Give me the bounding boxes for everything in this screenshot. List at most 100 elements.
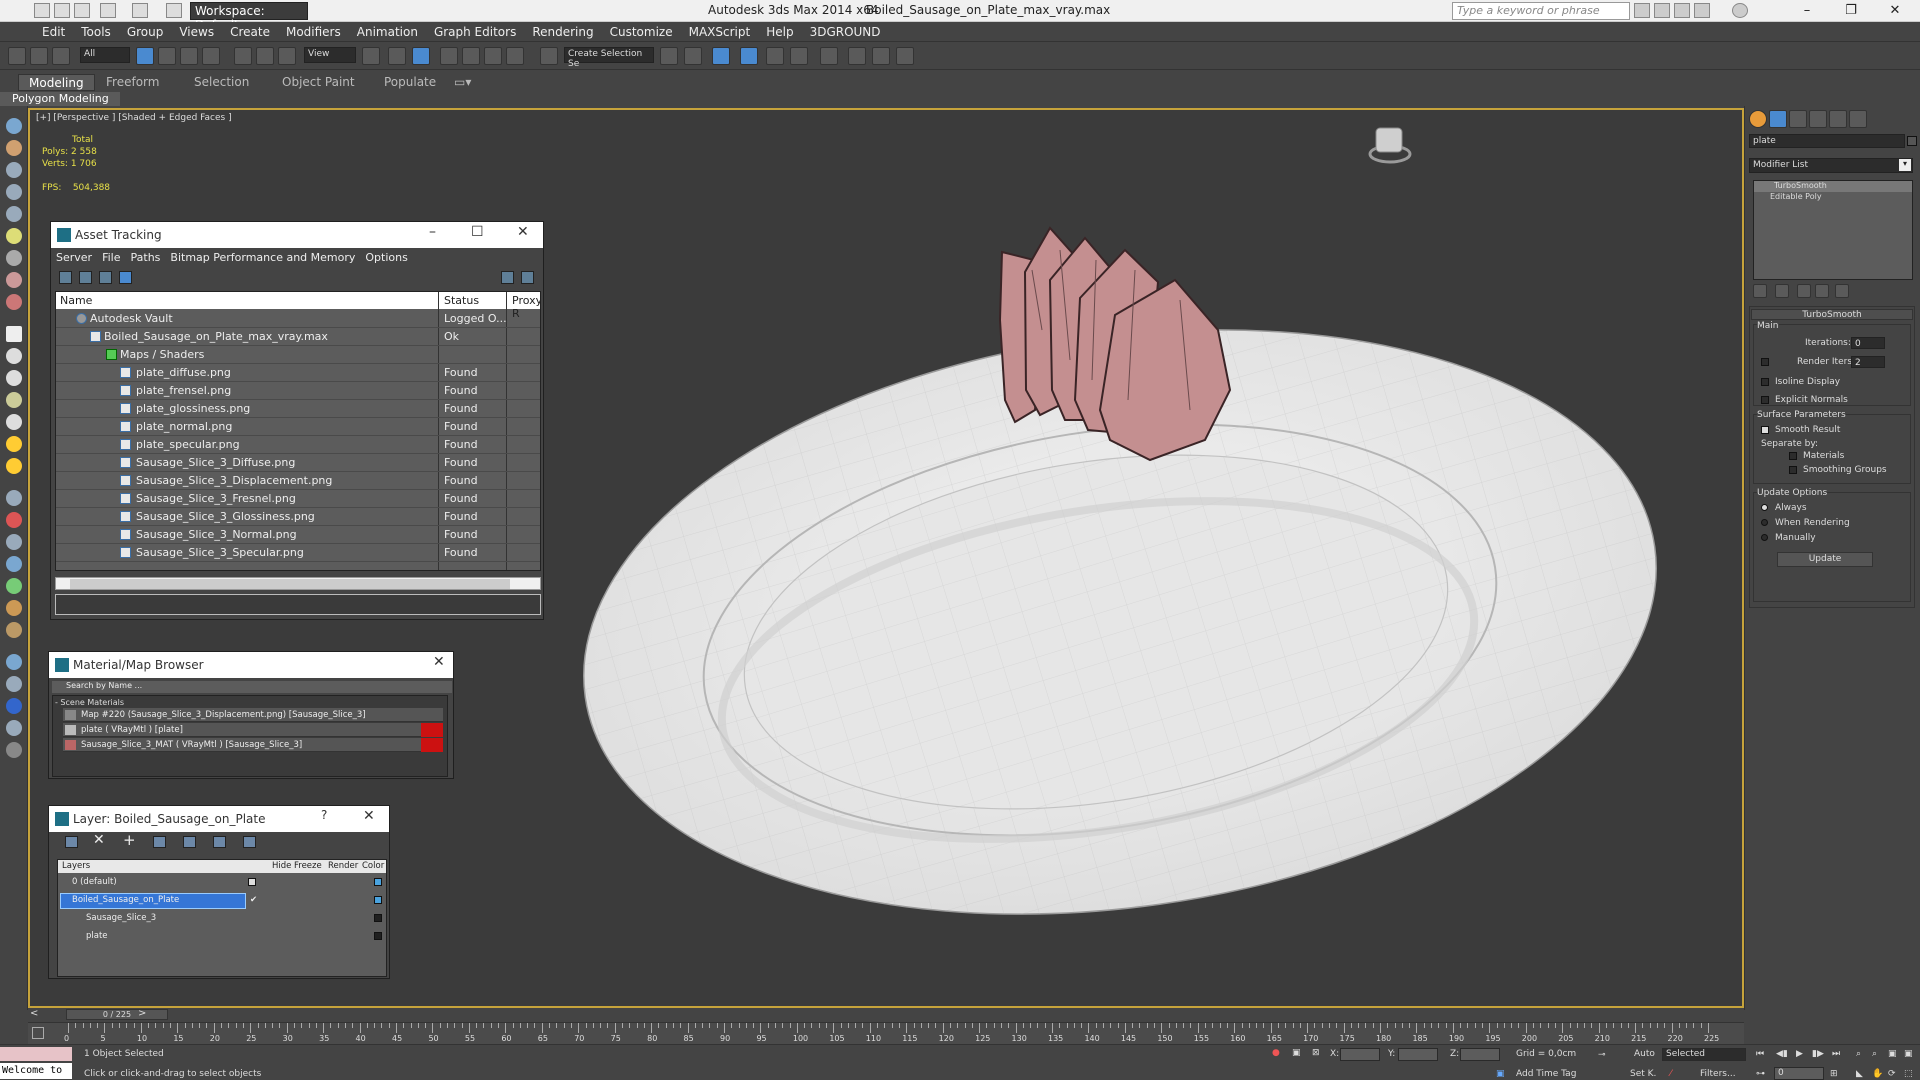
time-slider-thumb[interactable]: 0 / 225 — [66, 1009, 168, 1020]
select-by-name-icon[interactable] — [158, 47, 176, 65]
box-icon[interactable] — [6, 326, 22, 342]
script-icon[interactable] — [6, 698, 22, 714]
project-folder-icon[interactable] — [166, 3, 182, 18]
shape-icon[interactable] — [6, 490, 22, 506]
hide-all-icon[interactable] — [213, 836, 226, 848]
highlight-layer-icon[interactable] — [183, 836, 196, 848]
scene-materials-header[interactable]: - Scene Materials — [55, 698, 124, 707]
pin-stack-icon[interactable] — [1753, 284, 1767, 298]
menu-tools[interactable]: Tools — [73, 22, 119, 39]
always-radio[interactable] — [1761, 504, 1768, 511]
modify-tab-icon[interactable] — [1769, 110, 1787, 128]
explicit-normals-checkbox[interactable] — [1761, 396, 1769, 404]
track-bar[interactable]: 0 5 10 15 20 25 30 35 40 45 50 55 60 65 70 75 80 85 90 95 10… — [28, 1022, 1744, 1044]
viewport-icon[interactable] — [6, 118, 22, 134]
layer-color-swatch[interactable] — [374, 878, 382, 886]
asset-row-maxfile[interactable]: Boiled_Sausage_on_Plate_max_vray.max Ok — [56, 328, 540, 346]
material-item[interactable]: Sausage_Slice_3_MAT ( VRayMtl ) [Sausage… — [63, 738, 443, 752]
asset-row-file[interactable]: plate_glossiness.png Found — [56, 400, 540, 418]
settings-icon[interactable] — [521, 271, 534, 284]
rectangular-selection-icon[interactable] — [180, 47, 198, 65]
layer-color-swatch[interactable] — [374, 896, 382, 904]
render-production-icon[interactable] — [896, 47, 914, 65]
mirror-icon[interactable] — [660, 47, 678, 65]
minimize-button[interactable]: – — [1790, 0, 1824, 22]
torus-icon[interactable] — [6, 392, 22, 408]
smooth-result-checkbox[interactable] — [1761, 426, 1769, 434]
utility-icon[interactable] — [6, 676, 22, 692]
schematic-view-icon[interactable] — [790, 47, 808, 65]
play-icon[interactable]: ▶ — [1796, 1049, 1803, 1059]
table-view-icon[interactable] — [99, 271, 112, 284]
biped-icon[interactable] — [6, 600, 22, 616]
key-mode-icon[interactable]: ⊶ — [1756, 1069, 1765, 1079]
rendered-frame-window-icon[interactable] — [872, 47, 890, 65]
col-hide[interactable]: Hide — [272, 861, 291, 871]
snaps-toggle-icon[interactable] — [440, 47, 458, 65]
binoculars-icon[interactable] — [1634, 3, 1650, 18]
key-filters-button[interactable]: Filters... — [1700, 1069, 1736, 1079]
col-render[interactable]: Render — [328, 861, 358, 871]
graphite-toggle-icon[interactable] — [740, 47, 758, 65]
goto-end-icon[interactable]: ⏭ — [1832, 1049, 1840, 1059]
asset-row-file[interactable]: plate_specular.png Found — [56, 436, 540, 454]
maximize-button[interactable]: ☐ — [471, 224, 484, 240]
render-iters-checkbox[interactable] — [1761, 358, 1769, 366]
prev-frame-icon[interactable]: ◀▮ — [1776, 1049, 1788, 1059]
menu-views[interactable]: Views — [171, 22, 222, 39]
rotate-icon[interactable] — [256, 47, 274, 65]
layer-manager-icon[interactable] — [712, 47, 730, 65]
create-layer-icon[interactable] — [65, 836, 78, 848]
clone-icon[interactable] — [6, 140, 22, 156]
time-config-icon[interactable]: ⊞ — [1830, 1069, 1838, 1079]
workspace-dropdown[interactable]: Workspace: Default ▾ — [190, 2, 308, 32]
minimize-button[interactable]: – — [429, 224, 436, 240]
menu-edit[interactable]: Edit — [34, 22, 73, 39]
menu-graph-editors[interactable]: Graph Editors — [426, 22, 524, 39]
object-color-swatch[interactable] — [1907, 136, 1917, 146]
redo-icon[interactable] — [132, 3, 148, 18]
select-manipulate-icon[interactable] — [388, 47, 406, 65]
render-icon[interactable] — [6, 654, 22, 670]
open-file-icon[interactable] — [54, 3, 70, 18]
new-file-icon[interactable] — [34, 3, 50, 18]
absolute-mode-icon[interactable]: ⊠ — [1312, 1048, 1320, 1058]
col-layers[interactable]: Layers — [62, 861, 90, 871]
layer-row[interactable]: 0 (default) — [58, 874, 386, 892]
crowd-icon[interactable] — [6, 622, 22, 638]
turbosmooth-rollout-header[interactable]: TurboSmooth — [1751, 309, 1913, 320]
col-status[interactable]: Status — [444, 294, 479, 307]
grid-view-icon[interactable] — [119, 271, 132, 284]
smoothing-groups-checkbox[interactable] — [1789, 466, 1797, 474]
layer-window-titlebar[interactable]: Layer: Boiled_Sausage_on_Plate — [49, 806, 389, 832]
menu-animation[interactable]: Animation — [349, 22, 426, 39]
spinner-snap-icon[interactable] — [506, 47, 524, 65]
unlink-icon[interactable] — [30, 47, 48, 65]
asset-row-file[interactable]: Sausage_Slice_3_Specular.png Found — [56, 544, 540, 562]
tab-freeform[interactable]: Freeform — [96, 74, 169, 91]
layer-row[interactable]: plate — [58, 928, 386, 946]
edit-tools-icon[interactable] — [6, 184, 22, 200]
object-name-field[interactable]: plate — [1749, 134, 1905, 148]
poly-tools-icon[interactable] — [6, 162, 22, 178]
search-input[interactable]: Type a keyword or phrase — [1452, 2, 1630, 20]
close-button[interactable]: ✕ — [433, 654, 445, 670]
particle-icon[interactable] — [6, 512, 22, 528]
maximize-button[interactable]: ❐ — [1834, 0, 1868, 22]
tools-icon[interactable] — [1654, 3, 1670, 18]
menu-bitmap-performance[interactable]: Bitmap Performance and Memory — [165, 248, 360, 264]
menu-rendering[interactable]: Rendering — [524, 22, 601, 39]
cylinder-icon[interactable] — [6, 370, 22, 386]
list-view-icon[interactable] — [79, 271, 92, 284]
mini-curve-editor-icon[interactable] — [32, 1027, 44, 1039]
time-tag-icon[interactable]: ▣ — [1496, 1069, 1505, 1079]
lock-selection-icon[interactable]: ● — [1272, 1048, 1280, 1058]
layer-row-selected[interactable]: Boiled_Sausage_on_Plate ✔ — [58, 892, 386, 910]
asset-row-file[interactable]: Sausage_Slice_3_Fresnel.png Found — [56, 490, 540, 508]
hierarchy-tab-icon[interactable] — [1789, 110, 1807, 128]
y-coordinate-field[interactable] — [1398, 1048, 1438, 1061]
layer-row[interactable]: Sausage_Slice_3 — [58, 910, 386, 928]
settings-icon[interactable] — [6, 720, 22, 736]
freeze-all-icon[interactable] — [243, 836, 256, 848]
col-name[interactable]: Name — [60, 294, 92, 307]
